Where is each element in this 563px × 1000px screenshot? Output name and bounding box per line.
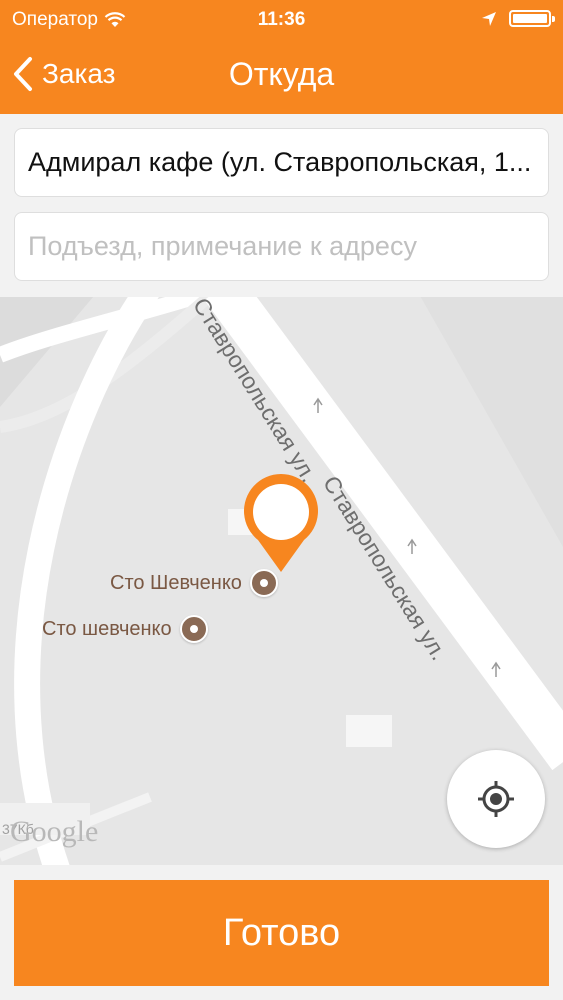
done-button[interactable]: Готово: [14, 880, 549, 986]
status-right: [481, 10, 555, 27]
header: Оператор 11:36 Заказ Откуда: [0, 0, 563, 114]
google-watermark: Google: [10, 815, 99, 848]
poi-marker[interactable]: Сто шевченко: [42, 615, 208, 643]
status-bar: Оператор 11:36: [0, 0, 563, 40]
poi-dot-icon: [249, 569, 278, 597]
battery-icon: [509, 10, 555, 27]
back-button[interactable]: Заказ: [12, 56, 115, 92]
chevron-left-icon: [14, 57, 32, 91]
address-field[interactable]: Адмирал кафе (ул. Ставропольская, 1...: [14, 128, 549, 197]
back-button-label: Заказ: [42, 58, 116, 89]
poi-dot-icon: [179, 615, 208, 643]
poi-label: Сто Шевченко: [110, 571, 242, 594]
address-value: Адмирал кафе (ул. Ставропольская, 1...: [28, 147, 532, 177]
poi-marker[interactable]: Сто Шевченко: [110, 569, 278, 597]
address-note-field[interactable]: [14, 212, 549, 281]
address-note-input[interactable]: [28, 231, 535, 262]
map-pin-icon: [244, 474, 318, 572]
crosshair-icon: [478, 781, 514, 817]
map[interactable]: Ставропольская ул. Ставропольская ул. Ст…: [0, 297, 563, 865]
poi-label: Сто шевченко: [42, 617, 172, 640]
status-time: 11:36: [257, 9, 306, 30]
location-arrow-icon: [482, 11, 496, 26]
nav-bar: Заказ Откуда: [0, 40, 563, 114]
locate-me-button[interactable]: [447, 750, 545, 848]
